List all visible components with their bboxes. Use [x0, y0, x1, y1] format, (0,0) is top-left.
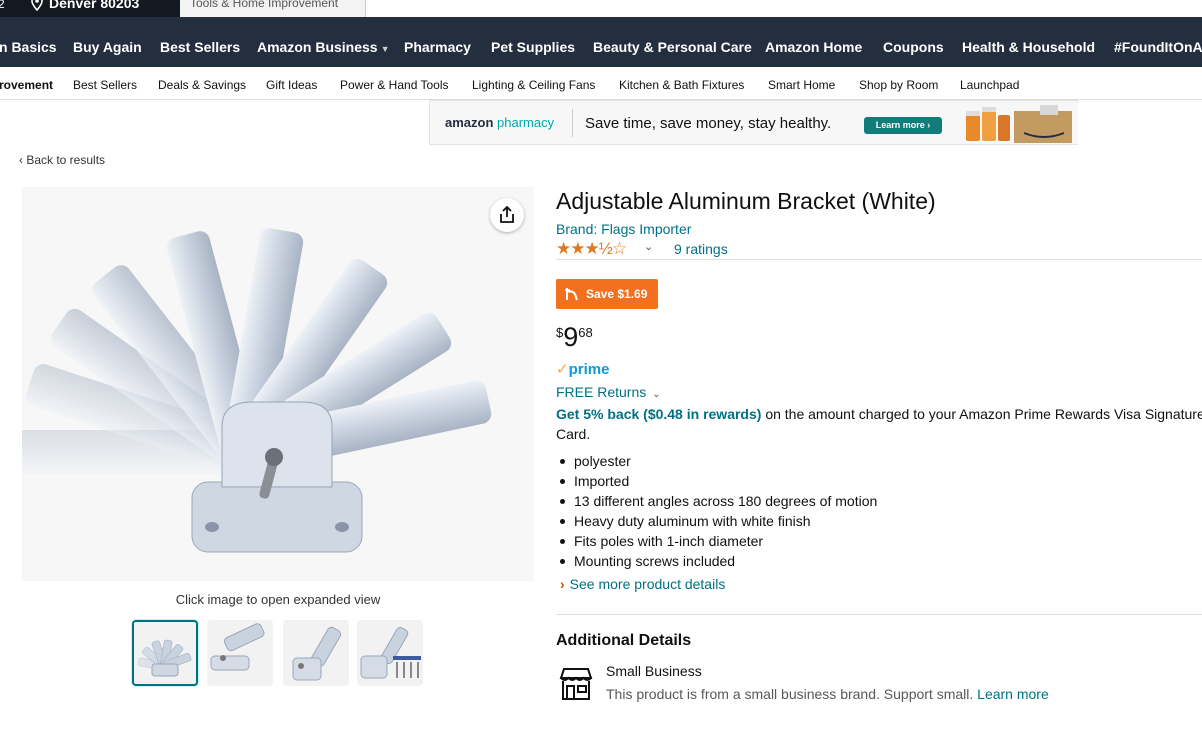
save-badge-text: Save $1.69 — [586, 287, 648, 301]
search-input[interactable]: Tools & Home Improvement — [180, 0, 1202, 17]
nav-item-health-household[interactable]: Health & Household — [962, 39, 1095, 55]
prime-text: prime — [568, 361, 610, 378]
banner-divider — [572, 109, 573, 137]
nav-item-amazon-business[interactable]: Amazon Business ▼ — [257, 39, 390, 55]
top-bar: 2 Denver 80203 Tools & Home Improvement — [0, 0, 1202, 17]
sub-nav: rovement Best Sellers Deals & Savings Gi… — [0, 67, 1202, 100]
prime-badge: ✓prime — [556, 360, 609, 378]
price: $968 — [556, 322, 593, 353]
thumbnail-2[interactable] — [207, 620, 273, 686]
divider — [556, 614, 1202, 615]
coupon-icon — [565, 288, 578, 301]
flag-bracket-image — [14, 228, 492, 553]
nav-item-beauty[interactable]: Beauty & Personal Care — [593, 39, 752, 55]
sub-nav-deals[interactable]: Deals & Savings — [158, 78, 246, 92]
product-title: Adjustable Aluminum Bracket (White) — [556, 188, 936, 214]
list-item: Imported — [556, 471, 877, 491]
back-to-results-link[interactable]: ‹ Back to results — [19, 153, 105, 167]
sub-nav-kitchen-bath[interactable]: Kitchen & Bath Fixtures — [619, 78, 744, 92]
see-more-details-link[interactable]: › See more product details — [560, 576, 725, 592]
sub-nav-shop-by-room[interactable]: Shop by Room — [859, 78, 938, 92]
small-business-title: Small Business — [606, 663, 702, 679]
sub-nav-department[interactable]: rovement — [0, 78, 53, 92]
banner-learn-more-button[interactable]: Learn more › — [864, 117, 942, 134]
image-hint: Click image to open expanded view — [175, 592, 381, 607]
amazon-pharmacy-logo: amazon pharmacy — [445, 115, 555, 130]
pharmacy-products-image — [960, 103, 1078, 144]
thumbnail-side-image — [210, 623, 265, 671]
nav-item-buy-again[interactable]: Buy Again — [73, 39, 142, 55]
main-product-image[interactable] — [14, 187, 534, 581]
sub-nav-gift-ideas[interactable]: Gift Ideas — [266, 78, 317, 92]
free-returns-text: FREE Returns — [556, 384, 647, 400]
caret-down-icon: ▼ — [380, 44, 390, 54]
price-symbol: $ — [556, 325, 564, 340]
nav-item-best-sellers[interactable]: Best Sellers — [160, 39, 240, 55]
price-fraction: 68 — [578, 325, 593, 340]
price-whole: 9 — [563, 322, 579, 352]
thumbnail-fan-image — [137, 639, 192, 677]
location-pin-icon — [31, 0, 43, 11]
thumbnail-1[interactable] — [132, 620, 198, 686]
small-business-store-icon — [559, 668, 593, 700]
banner-text: Save time, save money, stay healthy. — [585, 115, 832, 132]
ratings-count-link[interactable]: 9 ratings — [674, 241, 728, 257]
list-item: Mounting screws included — [556, 551, 877, 571]
sub-nav-power-tools[interactable]: Power & Hand Tools — [340, 78, 449, 92]
share-button[interactable] — [490, 198, 524, 232]
chevron-down-icon[interactable]: ⌄ — [644, 240, 653, 253]
nav-item-pharmacy[interactable]: Pharmacy — [404, 39, 471, 55]
small-business-description: This product is from a small business br… — [606, 686, 1049, 702]
thumbnail-screws-image — [360, 627, 421, 679]
small-business-desc-text: This product is from a small business br… — [606, 686, 978, 702]
list-item: Heavy duty aluminum with white finish — [556, 511, 877, 531]
main-nav: n Basics Buy Again Best Sellers Amazon B… — [0, 17, 1202, 67]
deliver-to-location[interactable]: Denver 80203 — [30, 0, 139, 11]
rewards-offer: Get 5% back ($0.48 in rewards) on the am… — [556, 404, 1202, 444]
nav-item-pet-supplies[interactable]: Pet Supplies — [491, 39, 575, 55]
nav-item-coupons[interactable]: Coupons — [883, 39, 944, 55]
nav-item-basics[interactable]: n Basics — [0, 39, 57, 55]
prime-check-icon: ✓ — [556, 361, 569, 378]
list-item: Fits poles with 1-inch diameter — [556, 531, 877, 551]
divider — [556, 259, 1202, 260]
list-item: 13 different angles across 180 degrees o… — [556, 491, 877, 511]
sub-nav-lighting[interactable]: Lighting & Ceiling Fans — [472, 78, 595, 92]
nav-item-found-it[interactable]: #FoundItOnAm — [1114, 39, 1202, 55]
menu-fragment: 2 — [0, 0, 5, 11]
free-returns-link[interactable]: FREE Returns ⌄ — [556, 384, 661, 400]
chevron-right-icon: › — [560, 576, 565, 592]
sub-nav-best-sellers[interactable]: Best Sellers — [73, 78, 137, 92]
sub-nav-launchpad[interactable]: Launchpad — [960, 78, 1019, 92]
learn-more-link[interactable]: Learn more — [977, 686, 1049, 702]
save-badge: Save $1.69 — [556, 279, 658, 309]
additional-details-heading: Additional Details — [556, 632, 692, 649]
nav-item-amazon-business-label: Amazon Business — [257, 39, 378, 55]
sub-nav-smart-home[interactable]: Smart Home — [768, 78, 835, 92]
star-rating[interactable]: ★★★½☆ — [556, 239, 627, 259]
deliver-location-text: Denver 80203 — [49, 0, 140, 11]
nav-item-amazon-home[interactable]: Amazon Home — [765, 39, 862, 55]
thumbnail-3[interactable] — [283, 620, 349, 686]
brand-link[interactable]: Brand: Flags Importer — [556, 221, 691, 237]
thumbnail-4[interactable] — [357, 620, 423, 686]
search-category-select[interactable]: Tools & Home Improvement — [180, 0, 366, 17]
feature-bullets: polyester Imported 13 different angles a… — [556, 451, 877, 571]
chevron-down-icon: ⌄ — [652, 389, 661, 400]
share-icon — [500, 206, 514, 223]
list-item: polyester — [556, 451, 877, 471]
pharmacy-ad-banner[interactable]: amazon pharmacy Save time, save money, s… — [429, 100, 1078, 145]
thumbnail-upright-image — [292, 626, 342, 681]
rewards-link[interactable]: Get 5% back ($0.48 in rewards) — [556, 406, 761, 422]
see-more-text: See more product details — [569, 576, 726, 592]
